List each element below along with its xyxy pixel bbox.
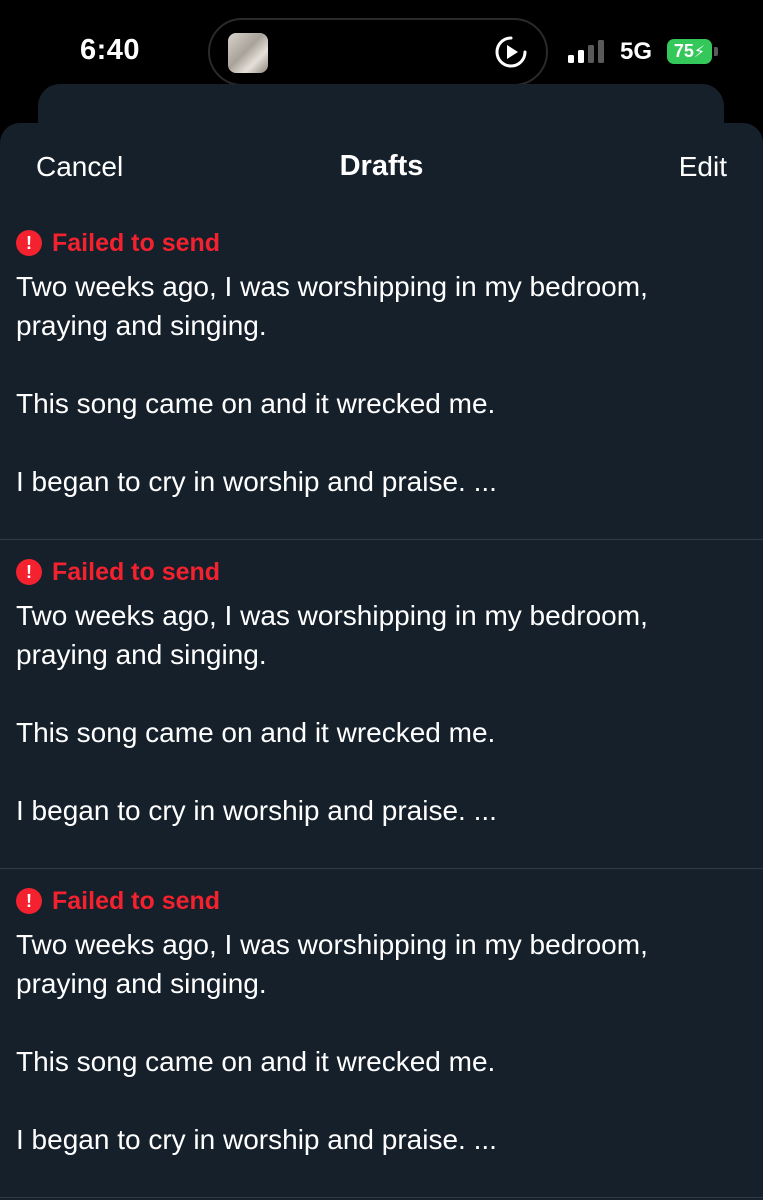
error-row: ! Failed to send	[16, 885, 747, 917]
draft-text: Two weeks ago, I was worshipping in my b…	[16, 596, 716, 830]
draft-line: This song came on and it wrecked me.	[16, 717, 496, 748]
alert-icon: !	[16, 230, 42, 256]
alert-icon: !	[16, 559, 42, 585]
error-status: Failed to send	[52, 228, 221, 257]
draft-line: Two weeks ago, I was worshipping in my b…	[16, 271, 648, 302]
network-type: 5G	[620, 38, 653, 65]
dynamic-island[interactable]	[208, 18, 548, 86]
battery-level: 75	[673, 41, 694, 61]
play-icon[interactable]	[494, 35, 528, 69]
charging-icon: ⚡	[693, 43, 706, 61]
battery-icon: 75 ⚡	[667, 39, 718, 64]
draft-line: I began to cry in worship and praise. ..…	[16, 1124, 497, 1155]
draft-item[interactable]: ! Failed to send Two weeks ago, I was wo…	[0, 869, 763, 1198]
error-status: Failed to send	[52, 557, 221, 586]
alert-icon: !	[16, 888, 42, 914]
now-playing-artwork[interactable]	[228, 33, 268, 73]
draft-line: I began to cry in worship and praise. ..…	[16, 466, 497, 497]
draft-line: Two weeks ago, I was worshipping in my b…	[16, 929, 648, 960]
draft-text: Two weeks ago, I was worshipping in my b…	[16, 267, 716, 501]
draft-line: This song came on and it wrecked me.	[16, 1046, 496, 1077]
draft-item[interactable]: ! Failed to send Two weeks ago, I was wo…	[0, 540, 763, 869]
drafts-sheet: Cancel Drafts Edit ! Failed to send Two …	[0, 123, 763, 1200]
draft-line: Two weeks ago, I was worshipping in my b…	[16, 600, 648, 631]
draft-line: praying and singing.	[16, 968, 267, 999]
draft-line: praying and singing.	[16, 639, 267, 670]
error-row: ! Failed to send	[16, 556, 747, 588]
error-status: Failed to send	[52, 886, 221, 915]
signal-icon	[568, 40, 604, 63]
page-title: Drafts	[339, 150, 424, 182]
status-time: 6:40	[80, 34, 141, 66]
edit-button[interactable]: Edit	[679, 151, 727, 183]
draft-line: This song came on and it wrecked me.	[16, 388, 496, 419]
draft-item[interactable]: ! Failed to send Two weeks ago, I was wo…	[0, 211, 763, 540]
draft-line: I began to cry in worship and praise. ..…	[16, 795, 497, 826]
draft-text: Two weeks ago, I was worshipping in my b…	[16, 925, 716, 1159]
draft-line: praying and singing.	[16, 310, 267, 341]
error-row: ! Failed to send	[16, 227, 747, 259]
sheet-header: Cancel Drafts Edit	[0, 123, 763, 211]
